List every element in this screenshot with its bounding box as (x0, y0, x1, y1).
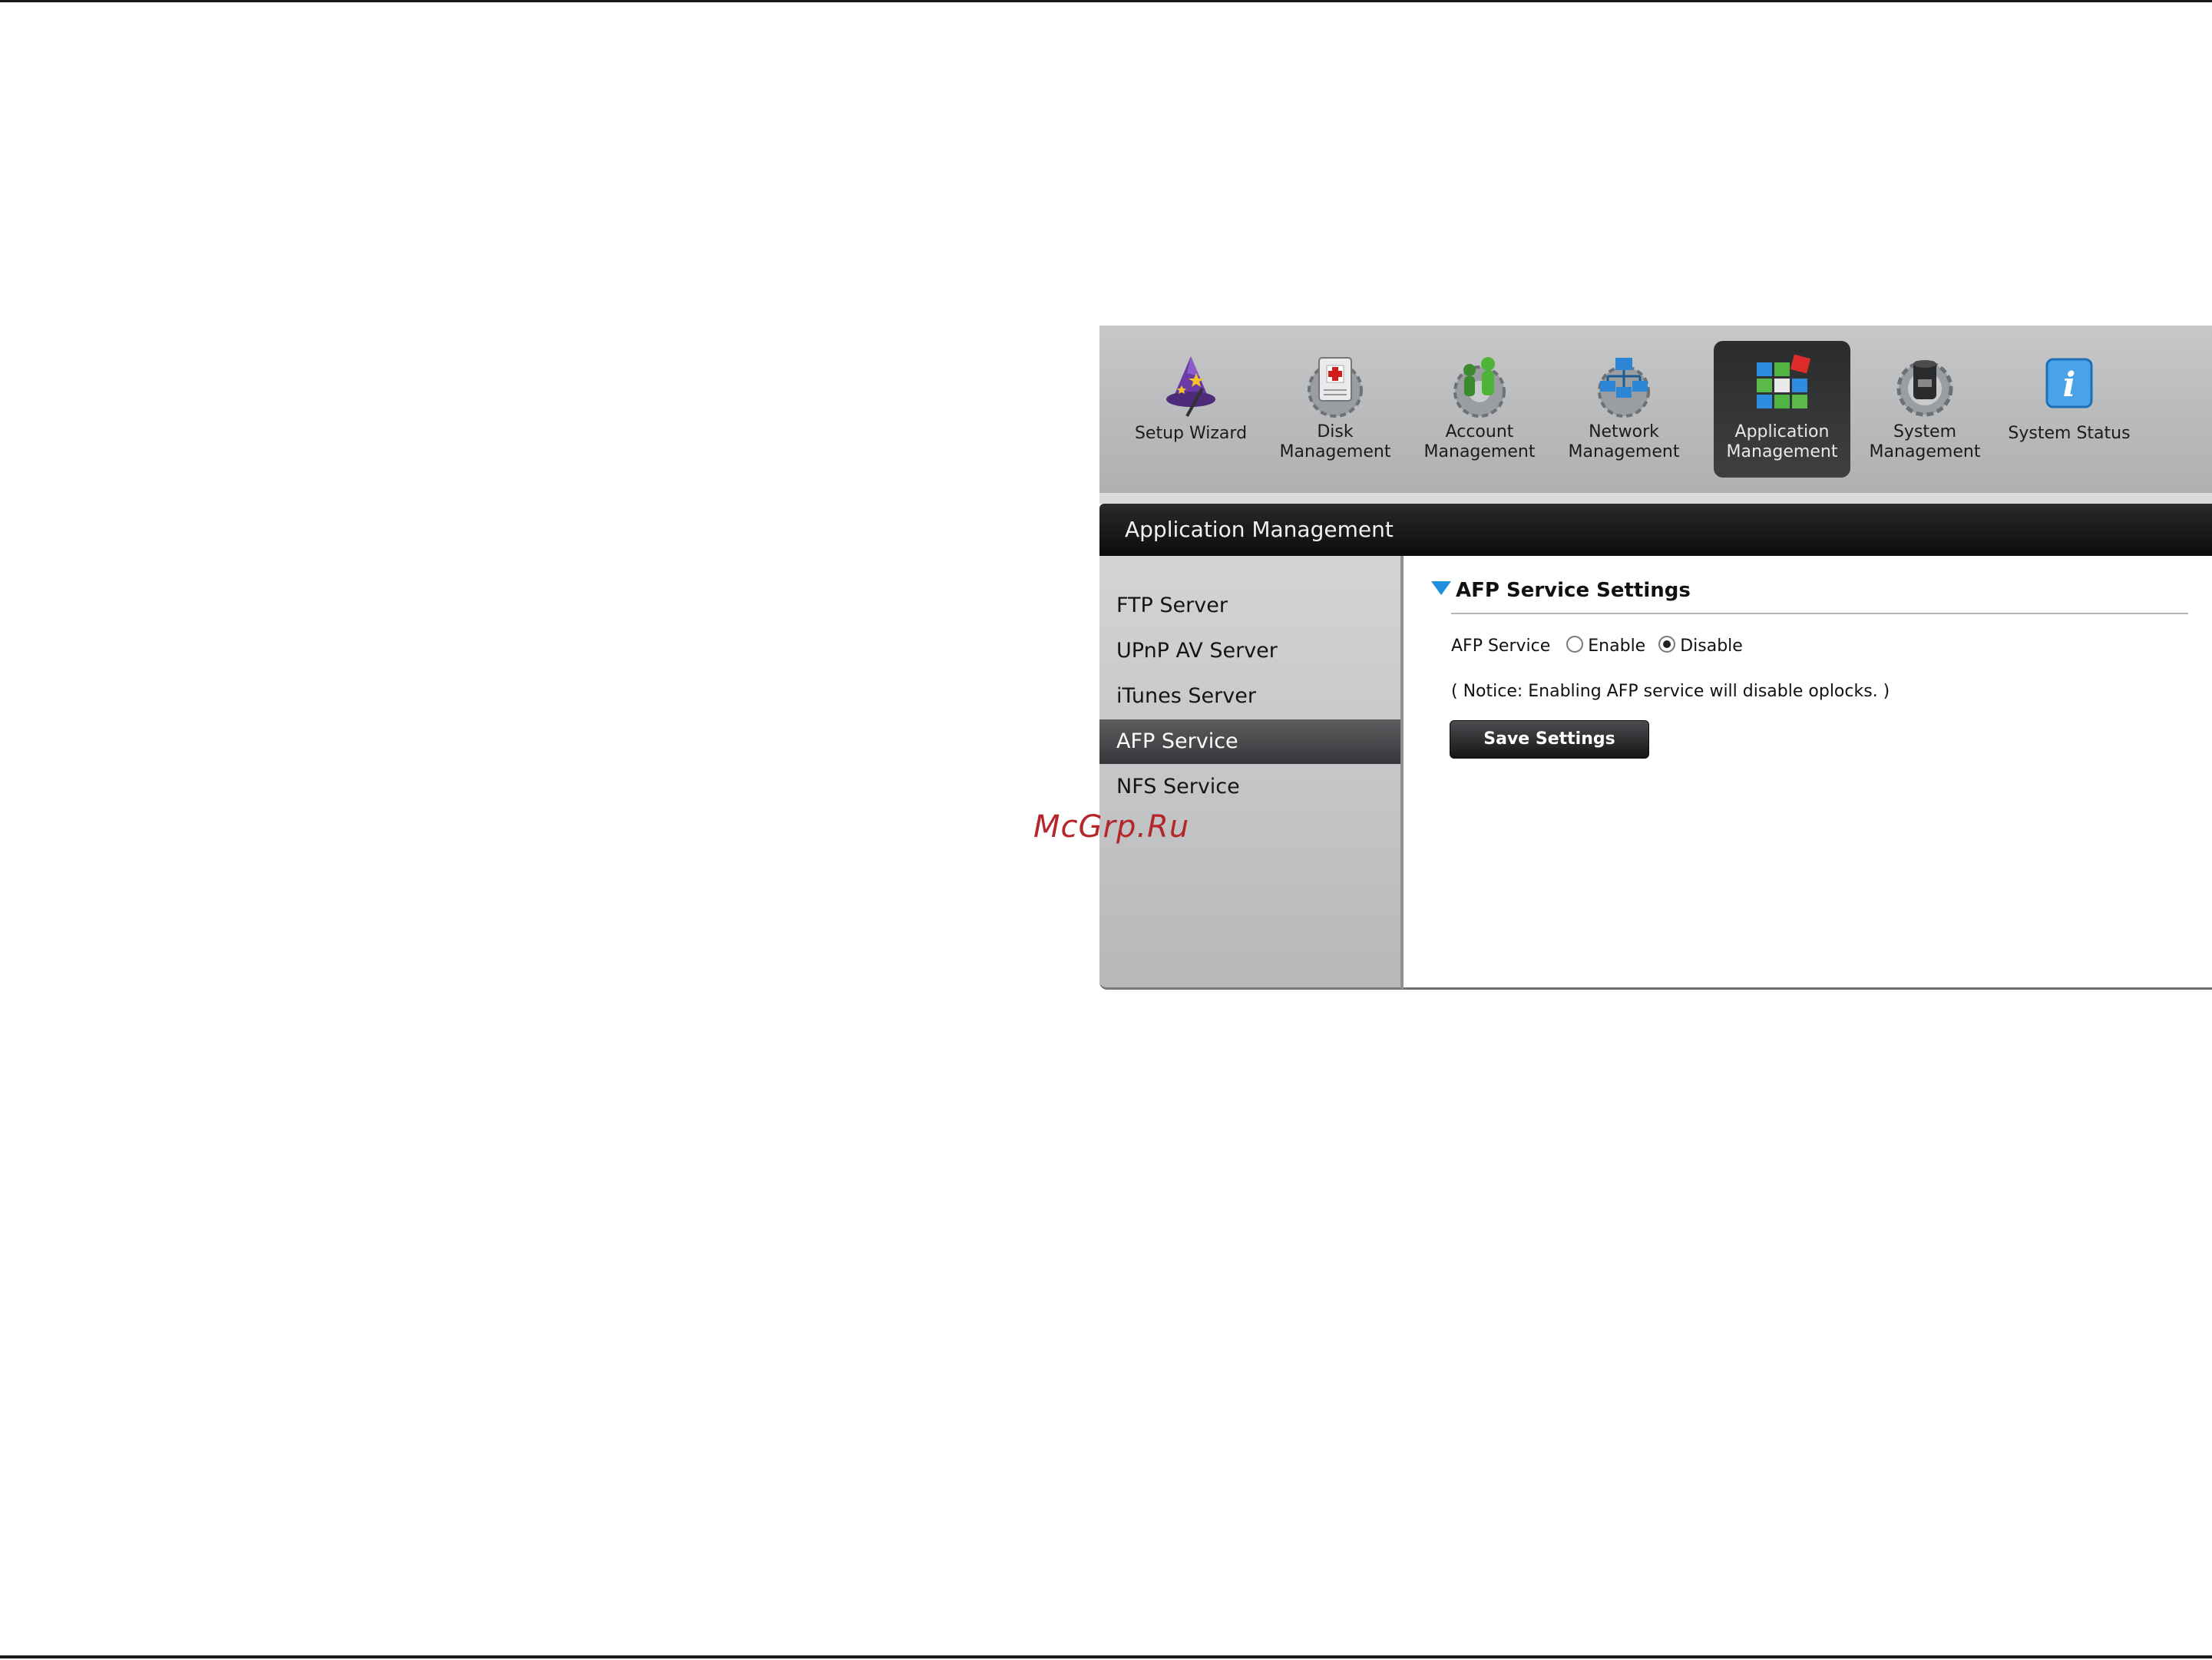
top-rule (0, 0, 2212, 2)
enable-radio[interactable] (1566, 636, 1584, 653)
sidebar-item-label: AFP Service (1116, 729, 1238, 753)
main-content: AFP Service Settings AFP Service Enable … (1404, 556, 2212, 990)
sidebar-item-label: iTunes Server (1116, 684, 1256, 708)
nas-web-ui: Setup Wizard Disk Management Account Man… (1099, 326, 2212, 990)
sidebar-item-ftp-server[interactable]: FTP Server (1099, 584, 1400, 628)
nav-label: Account (1445, 422, 1514, 441)
disable-radio-label[interactable]: Disable (1680, 637, 1743, 656)
top-toolbar: Setup Wizard Disk Management Account Man… (1099, 326, 2212, 493)
sidebar-item-label: NFS Service (1116, 775, 1240, 799)
sidebar-item-nfs-service[interactable]: NFS Service (1099, 765, 1400, 809)
sidebar-item-afp-service[interactable]: AFP Service (1099, 719, 1400, 764)
wizard-icon (1166, 356, 1215, 417)
sidebar-item-label: UPnP AV Server (1116, 639, 1278, 663)
bottom-rule (0, 1655, 2212, 1658)
nav-application-management[interactable]: Application Management (1714, 341, 1850, 478)
nav-label: Management (1726, 442, 1838, 461)
info-icon: i (2045, 358, 2093, 408)
account-icon (1453, 357, 1506, 418)
system-icon (1896, 360, 1953, 417)
svg-text:i: i (2063, 365, 2076, 405)
enable-radio-label[interactable]: Enable (1588, 637, 1645, 656)
nav-label: System (1893, 422, 1957, 441)
afp-service-label: AFP Service (1451, 637, 1551, 656)
application-icon (1757, 354, 1811, 408)
afp-service-row: AFP Service Enable Disable (1451, 636, 1751, 656)
nav-account-management[interactable]: Account Management (1411, 341, 1548, 478)
nav-network-management[interactable]: Network Management (1556, 341, 1692, 478)
nav-label: Management (1279, 442, 1391, 461)
nav-system-status[interactable]: i System Status (2001, 341, 2138, 478)
toolbar-divider (1099, 493, 2212, 504)
collapse-triangle-icon[interactable] (1431, 581, 1451, 595)
nav-label: Application (1734, 422, 1830, 441)
nav-label: Disk (1317, 422, 1354, 441)
sidebar-item-label: FTP Server (1116, 594, 1228, 617)
nav-label: Network (1589, 422, 1659, 441)
section-title[interactable]: AFP Service Settings (1431, 579, 1691, 602)
watermark: McGrp.Ru (1033, 809, 1190, 845)
sidebar-item-itunes-server[interactable]: iTunes Server (1099, 674, 1400, 719)
nav-label: System Status (2008, 424, 2131, 443)
nav-label: Management (1423, 442, 1536, 461)
page-title: Application Management (1125, 517, 1394, 542)
nav-label: Management (1568, 442, 1680, 461)
sidebar-item-upnp-av-server[interactable]: UPnP AV Server (1099, 629, 1400, 673)
notice-text: ( Notice: Enabling AFP service will disa… (1451, 682, 1890, 701)
nav-disk-management[interactable]: Disk Management (1267, 341, 1404, 478)
nav-setup-wizard[interactable]: Setup Wizard (1123, 341, 1259, 478)
nav-label: Setup Wizard (1134, 424, 1248, 443)
section-divider (1451, 613, 2188, 614)
save-settings-button[interactable]: Save Settings (1450, 720, 1649, 759)
network-icon (1598, 358, 1650, 418)
disk-icon (1308, 357, 1363, 418)
nav-system-management[interactable]: System Management (1857, 341, 1993, 478)
section-title-text: AFP Service Settings (1456, 579, 1691, 602)
sidebar: FTP Server UPnP AV Server iTunes Server … (1099, 556, 1404, 990)
nav-label: Management (1869, 442, 1981, 461)
disable-radio[interactable] (1658, 636, 1676, 653)
page-title-bar: Application Management (1099, 504, 2212, 556)
